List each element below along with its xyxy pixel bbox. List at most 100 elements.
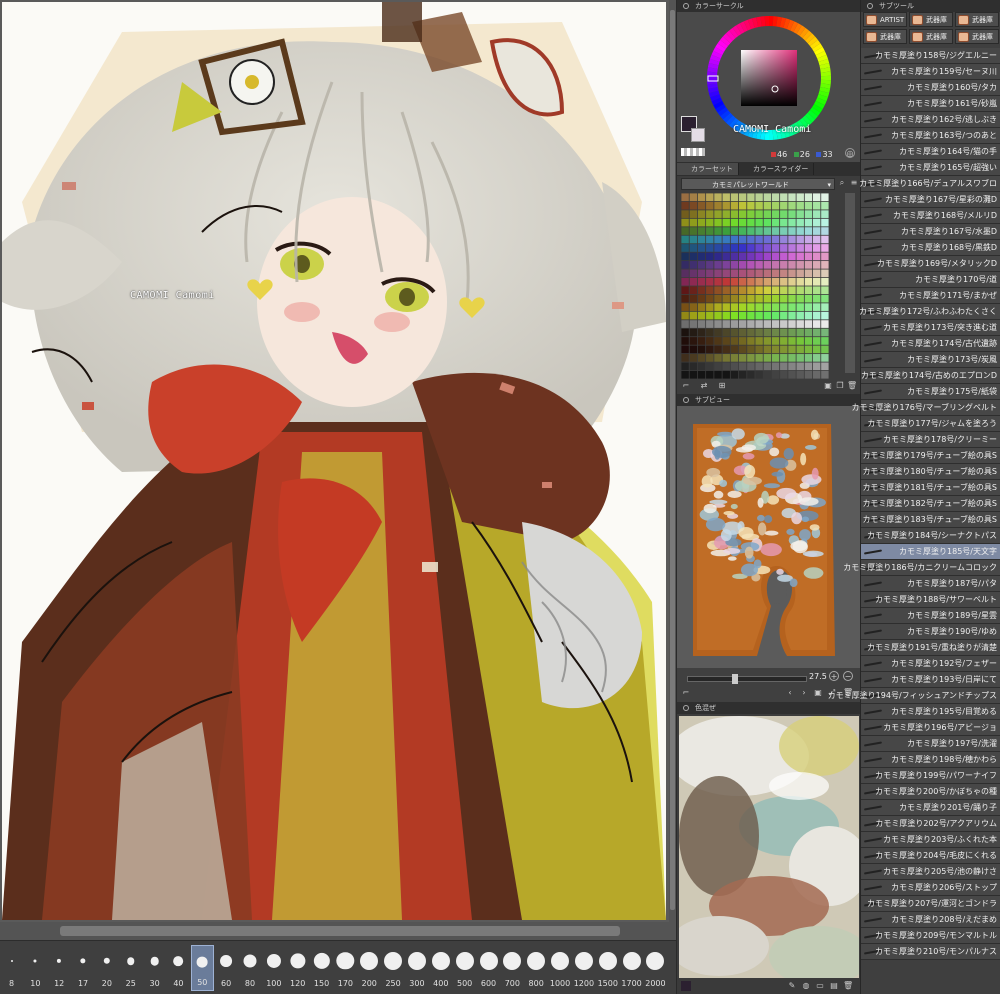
sub-tool-item[interactable]: カモミ厚塗り161号/砂嵐 <box>861 96 1000 112</box>
import-image-icon[interactable]: ▣ <box>813 688 823 698</box>
zoom-slider[interactable] <box>687 674 807 684</box>
sub-tool-item[interactable]: カモミ厚塗り173号/炭風 <box>861 352 1000 368</box>
sub-tool-item[interactable]: カモミ厚塗り168号/黒鉄D <box>861 240 1000 256</box>
sub-tool-item[interactable]: カモミ厚塗り178号/クリーミー <box>861 432 1000 448</box>
sub-tool-item[interactable]: カモミ厚塗り188号/サワーベルト <box>861 592 1000 608</box>
tab-color-set[interactable]: カラーセット <box>677 163 739 175</box>
sub-tool-item[interactable]: カモミ厚塗り168号/メルリD <box>861 208 1000 224</box>
brush-size-option[interactable]: 800 <box>525 945 548 991</box>
brush-icon[interactable]: ✎ <box>787 981 797 991</box>
sub-tool-item[interactable]: カモミ厚塗り193号/日岸にて <box>861 672 1000 688</box>
brush-size-option[interactable]: 30 <box>143 945 166 991</box>
sub-tool-item[interactable]: カモミ厚塗り172号/ふわふわたくさく <box>859 304 1000 320</box>
trash-icon[interactable]: 🗑 <box>847 381 857 391</box>
brush-size-option[interactable]: 1000 <box>549 945 572 991</box>
brush-size-option[interactable]: 120 <box>286 945 309 991</box>
color-wheel-tab[interactable]: カラーサークル <box>677 0 861 12</box>
zoom-in-icon[interactable]: + <box>829 671 839 681</box>
color-wheel[interactable] <box>705 14 833 142</box>
eyedropper-icon[interactable]: ⌐ <box>681 688 691 698</box>
brush-size-option[interactable]: 150 <box>310 945 333 991</box>
sub-tool-item[interactable]: カモミ厚塗り176号/マーブリングペルト <box>852 400 1000 416</box>
zoom-slider-knob[interactable] <box>732 674 738 684</box>
sub-tool-item[interactable]: カモミ厚塗り167号/水墨D <box>861 224 1000 240</box>
brush-size-option[interactable]: 50 <box>190 945 214 991</box>
next-image-icon[interactable]: › <box>799 688 809 698</box>
prev-image-icon[interactable]: ‹ <box>785 688 795 698</box>
canvas-horizontal-scrollbar[interactable] <box>0 922 676 940</box>
artwork-canvas[interactable]: CAMOMI Camomi <box>2 2 666 920</box>
brush-size-option[interactable]: 400 <box>429 945 452 991</box>
sub-tool-item[interactable]: カモミ厚塗り167号/星彩の灘D <box>861 192 1000 208</box>
sub-tool-item[interactable]: カモミ厚塗り189号/星雲 <box>861 608 1000 624</box>
sub-tool-item[interactable]: カモミ厚塗り174号/古代遺跡 <box>861 336 1000 352</box>
tab-color-slider[interactable]: カラースライダー <box>739 163 815 175</box>
sub-tool-item[interactable]: カモミ厚塗り199号/パワーナイフ <box>861 768 1000 784</box>
sub-tool-item[interactable]: カモミ厚塗り159号/セーヌ川 <box>861 64 1000 80</box>
sub-color-swatch[interactable] <box>691 128 705 142</box>
palette-scrollbar[interactable] <box>845 193 855 373</box>
eraser-icon[interactable]: ▭ <box>815 981 825 991</box>
sub-tool-item[interactable]: カモミ厚塗り171号/まかぜ <box>861 288 1000 304</box>
brush-size-option[interactable]: 1500 <box>596 945 619 991</box>
brush-size-option[interactable]: 40 <box>167 945 190 991</box>
search-icon[interactable]: ⌕ <box>837 178 847 188</box>
brush-size-option[interactable]: 1700 <box>620 945 643 991</box>
brush-size-option[interactable]: 200 <box>358 945 381 991</box>
sub-tool-item[interactable]: カモミ厚塗り174号/古めのエプロンD <box>861 368 1000 384</box>
sub-tool-item[interactable]: カモミ厚塗り202号/アクアリウム <box>861 816 1000 832</box>
subview-panel[interactable] <box>677 406 861 668</box>
brush-size-option[interactable]: 500 <box>453 945 476 991</box>
sub-tool-item[interactable]: カモミ厚塗り179号/チューブ絵の具S <box>861 448 1000 464</box>
subview-tab[interactable]: サブビュー <box>677 394 861 406</box>
brush-size-option[interactable]: 700 <box>501 945 524 991</box>
group-tab[interactable]: 武器庫 <box>909 29 953 44</box>
blend-icon[interactable]: ◍ <box>801 981 811 991</box>
sub-tool-item[interactable]: カモミ厚塗り173号/突き進む道 <box>861 320 1000 336</box>
palette-menu-icon[interactable]: ≡ <box>849 178 859 188</box>
palette-grid[interactable] <box>681 193 829 379</box>
color-set-dropdown[interactable]: カモミパレットワールド ▾ <box>681 178 835 190</box>
sub-tool-item[interactable]: カモミ厚塗り182号/チューブ絵の具S <box>861 496 1000 512</box>
new-set-icon[interactable]: ▣ <box>823 381 833 391</box>
sub-tool-item[interactable]: カモミ厚塗り207号/運河とゴンドラ <box>861 896 1000 912</box>
transparent-color-swatch[interactable] <box>681 148 705 156</box>
group-tab[interactable]: 武器庫 <box>955 29 999 44</box>
eyedropper-icon[interactable]: ⌐ <box>681 381 691 391</box>
sub-tool-item[interactable]: カモミ厚塗り206号/ストップ <box>861 880 1000 896</box>
brush-size-option[interactable]: 20 <box>95 945 118 991</box>
brush-size-option[interactable]: 8 <box>0 945 23 991</box>
scroll-thumb[interactable] <box>60 926 620 936</box>
current-color-icon[interactable] <box>681 981 691 991</box>
sub-tool-item[interactable]: カモミ厚塗り196号/アビージョ <box>861 720 1000 736</box>
sub-tool-item[interactable]: カモミ厚塗り186号/カニクリームコロック <box>843 560 1000 576</box>
brush-size-option[interactable]: 250 <box>382 945 405 991</box>
sub-tool-item[interactable]: カモミ厚塗り164号/猫の手 <box>861 144 1000 160</box>
sub-tool-item[interactable]: カモミ厚塗り166号/デュアルスワブロ <box>859 176 1000 192</box>
brush-size-option[interactable]: 100 <box>262 945 285 991</box>
sub-tool-item[interactable]: カモミ厚塗り200号/かぼちゃの種 <box>861 784 1000 800</box>
color-mode-icon[interactable]: ◎ <box>845 148 855 158</box>
sub-tool-item[interactable]: カモミ厚塗り163号/つのあと <box>861 128 1000 144</box>
sub-tool-item[interactable]: カモミ厚塗り158号/ジグエルニー <box>861 48 1000 64</box>
sub-tool-item[interactable]: カモミ厚塗り162号/逃しぶき <box>861 112 1000 128</box>
brush-size-option[interactable]: 10 <box>24 945 47 991</box>
color-mix-canvas[interactable] <box>679 716 859 978</box>
sub-tool-item[interactable]: カモミ厚塗り204号/毛皮にくれる <box>861 848 1000 864</box>
brush-size-option[interactable]: 300 <box>405 945 428 991</box>
group-tab[interactable]: ARTIST <box>863 12 907 27</box>
trash-icon[interactable]: 🗑 <box>843 981 853 991</box>
sub-tool-item[interactable]: カモミ厚塗り184号/シーナクトパス <box>861 528 1000 544</box>
sub-tool-item[interactable]: カモミ厚塗り170号/道 <box>861 272 1000 288</box>
sub-tool-item[interactable]: カモミ厚塗り205号/池の静けさ <box>861 864 1000 880</box>
sub-tool-item[interactable]: カモミ厚塗り201号/踊り子 <box>861 800 1000 816</box>
sub-tool-item[interactable]: カモミ厚塗り203号/ふくれた本 <box>861 832 1000 848</box>
replace-color-icon[interactable]: ⇄ <box>699 381 709 391</box>
layers-icon[interactable]: ▤ <box>829 981 839 991</box>
brush-size-option[interactable]: 1200 <box>572 945 595 991</box>
brush-size-option[interactable]: 12 <box>48 945 71 991</box>
brush-size-option[interactable]: 17 <box>72 945 95 991</box>
sub-tool-item[interactable]: カモミ厚塗り187号/パタ <box>861 576 1000 592</box>
sub-tool-item[interactable]: カモミ厚塗り165号/超強い <box>861 160 1000 176</box>
sub-tool-item[interactable]: カモミ厚塗り181号/チューブ絵の具S <box>861 480 1000 496</box>
